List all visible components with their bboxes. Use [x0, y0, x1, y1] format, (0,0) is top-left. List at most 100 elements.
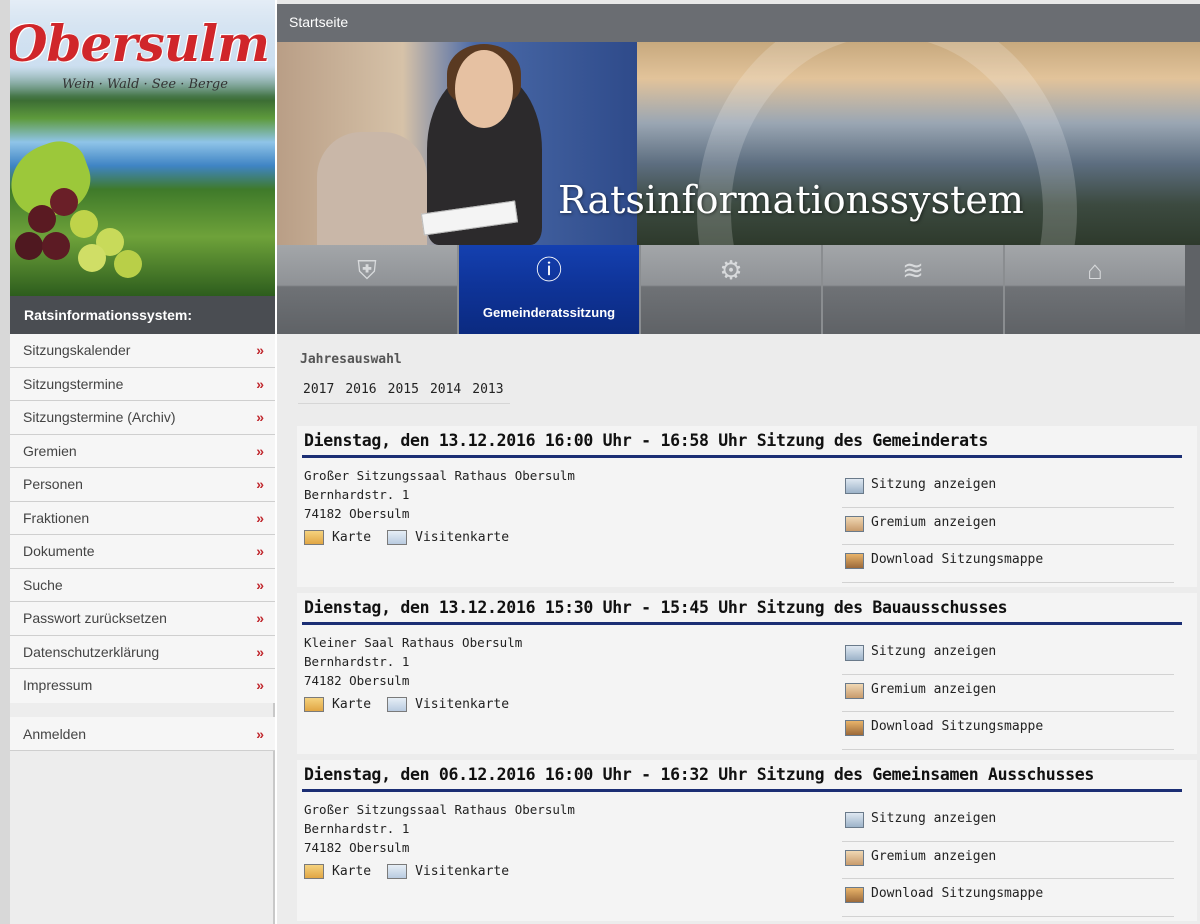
gear-icon: ⚙ — [719, 255, 743, 285]
sidebar-item-gremien[interactable]: Gremien » — [10, 434, 275, 468]
year-link-2017[interactable]: 2017 — [298, 378, 341, 404]
action-label: Gremium anzeigen — [871, 848, 997, 864]
meeting-links: Karte Visitenkarte — [304, 697, 509, 712]
chevron-right-icon: » — [256, 409, 264, 425]
sidebar-item-anmelden[interactable]: Anmelden » — [10, 717, 275, 751]
action-label: Sitzung anzeigen — [871, 811, 997, 826]
map-link[interactable]: Karte — [332, 530, 371, 545]
meeting-city: 74182 Obersulm — [304, 506, 410, 521]
business-card-link[interactable]: Visitenkarte — [415, 864, 509, 879]
download-meeting-folder-link[interactable]: Download Sitzungsmappe — [842, 879, 1174, 917]
grape-graphic — [15, 232, 43, 260]
sidebar-item-dokumente[interactable]: Dokumente » — [10, 535, 275, 569]
meeting-location: Kleiner Saal Rathaus Obersulm — [304, 635, 523, 650]
category-tabs: ⛨ ⓘ Gemeinderatssitzung ⚙ ≋ ⌂ — [277, 245, 1200, 334]
action-label: Gremium anzeigen — [871, 514, 997, 530]
sidebar-item-label: Sitzungskalender — [23, 342, 131, 358]
year-link-2014[interactable]: 2014 — [424, 378, 468, 404]
map-icon — [304, 697, 324, 712]
show-committee-link[interactable]: Gremium anzeigen — [842, 508, 1174, 545]
chevron-right-icon: » — [256, 726, 264, 742]
meeting-location: Großer Sitzungssaal Rathaus Obersulm — [304, 802, 575, 817]
year-link-2015[interactable]: 2015 — [382, 378, 425, 404]
grape-graphic — [78, 244, 106, 272]
grape-graphic — [50, 188, 78, 216]
sidebar: Obersulm Wein · Wald · See · Berge Ratsi… — [10, 0, 275, 924]
business-card-icon — [387, 864, 408, 879]
action-label: Download Sitzungsmappe — [871, 552, 1044, 567]
sidebar-item-personen[interactable]: Personen » — [10, 468, 275, 502]
left-edge-strip — [0, 0, 10, 924]
action-label: Sitzung anzeigen — [871, 644, 997, 659]
show-committee-link[interactable]: Gremium anzeigen — [842, 842, 1174, 879]
tab-label: Gemeinderatssitzung — [482, 305, 616, 320]
meeting-street: Bernhardstr. 1 — [304, 821, 410, 836]
sidebar-item-passwort-zuruecksetzen[interactable]: Passwort zurücksetzen » — [10, 602, 275, 636]
download-meeting-folder-link[interactable]: Download Sitzungsmappe — [842, 712, 1174, 750]
tab-gemeinderatssitzung[interactable]: ⓘ Gemeinderatssitzung — [459, 245, 641, 334]
tab-gear[interactable]: ⚙ — [641, 245, 823, 334]
year-link-2016[interactable]: 2016 — [340, 378, 383, 404]
main-content: Jahresauswahl 2017 2016 2015 2014 2013 D… — [277, 334, 1200, 924]
banner-person-graphic — [317, 132, 427, 245]
chevron-right-icon: » — [256, 610, 264, 626]
show-meeting-link[interactable]: Sitzung anzeigen — [842, 804, 1174, 842]
chevron-right-icon: » — [256, 576, 264, 593]
meeting-entry: Dienstag, den 06.12.2016 16:00 Uhr - 16:… — [297, 760, 1197, 921]
meeting-title: Dienstag, den 06.12.2016 16:00 Uhr - 16:… — [304, 765, 1094, 784]
map-icon — [304, 864, 324, 879]
meeting-entry: Dienstag, den 13.12.2016 15:30 Uhr - 15:… — [297, 593, 1197, 754]
grape-graphic — [70, 210, 98, 238]
chevron-right-icon: » — [256, 342, 264, 358]
grape-graphic — [114, 250, 142, 278]
sidebar-item-sitzungstermine[interactable]: Sitzungstermine » — [10, 367, 275, 401]
year-selection-heading: Jahresauswahl — [300, 352, 402, 367]
tab-coat-of-arms[interactable]: ⛨ — [277, 245, 459, 334]
water-waves-icon: ≋ — [902, 255, 924, 285]
business-card-link[interactable]: Visitenkarte — [415, 697, 509, 712]
logo-landscape-image[interactable]: Obersulm Wein · Wald · See · Berge — [10, 0, 275, 296]
sidebar-item-sitzungstermine-archiv[interactable]: Sitzungstermine (Archiv) » — [10, 401, 275, 435]
meeting-title-rule — [302, 455, 1182, 458]
meeting-actions: Sitzung anzeigen Gremium anzeigen Downlo… — [842, 804, 1174, 917]
meeting-city: 74182 Obersulm — [304, 673, 410, 688]
logo-tagline: Wein · Wald · See · Berge — [62, 77, 228, 92]
meeting-links: Karte Visitenkarte — [304, 864, 509, 879]
show-meeting-link[interactable]: Sitzung anzeigen — [842, 637, 1174, 675]
action-label: Gremium anzeigen — [871, 681, 997, 697]
map-link[interactable]: Karte — [332, 864, 371, 879]
breadcrumb-startseite-link[interactable]: Startseite — [289, 14, 348, 30]
info-icon: ⓘ — [535, 255, 563, 285]
sidebar-item-label: Impressum — [23, 677, 93, 693]
sidebar-item-fraktionen[interactable]: Fraktionen » — [10, 501, 275, 535]
show-meeting-link[interactable]: Sitzung anzeigen — [842, 470, 1174, 508]
sidebar-item-label: Dokumente — [23, 543, 95, 559]
business-card-link[interactable]: Visitenkarte — [415, 530, 509, 545]
show-committee-link[interactable]: Gremium anzeigen — [842, 675, 1174, 712]
sidebar-item-label: Fraktionen — [23, 509, 90, 526]
sidebar-item-label: Sitzungstermine (Archiv) — [23, 409, 176, 425]
sidebar-item-datenschutzerklaerung[interactable]: Datenschutzerklärung » — [10, 635, 275, 669]
map-link[interactable]: Karte — [332, 697, 371, 712]
meeting-actions: Sitzung anzeigen Gremium anzeigen Downlo… — [842, 470, 1174, 583]
sidebar-item-impressum[interactable]: Impressum » — [10, 669, 275, 703]
year-selector: 2017 2016 2015 2014 2013 — [298, 378, 510, 404]
tab-industry[interactable]: ⌂ — [1005, 245, 1185, 334]
sidebar-item-suche[interactable]: Suche » — [10, 568, 275, 602]
meeting-title: Dienstag, den 13.12.2016 15:30 Uhr - 15:… — [304, 598, 1008, 617]
factory-icon: ⌂ — [1087, 255, 1103, 285]
sidebar-item-label: Gremien — [23, 442, 77, 459]
sidebar-item-label: Anmelden — [23, 726, 87, 742]
top-bar: Startseite — [277, 0, 1200, 42]
year-link-2013[interactable]: 2013 — [467, 378, 510, 404]
tab-water[interactable]: ≋ — [823, 245, 1005, 334]
download-meeting-folder-link[interactable]: Download Sitzungsmappe — [842, 545, 1174, 583]
group-icon — [845, 849, 864, 866]
sidebar-header: Ratsinformationssystem: — [10, 296, 275, 334]
sidebar-item-sitzungskalender[interactable]: Sitzungskalender » — [10, 334, 275, 368]
chevron-right-icon: » — [256, 543, 264, 559]
action-label: Sitzung anzeigen — [871, 477, 997, 492]
sidebar-item-label: Datenschutzerklärung — [23, 643, 160, 660]
meeting-title-rule — [302, 789, 1182, 792]
chevron-right-icon: » — [256, 643, 264, 660]
